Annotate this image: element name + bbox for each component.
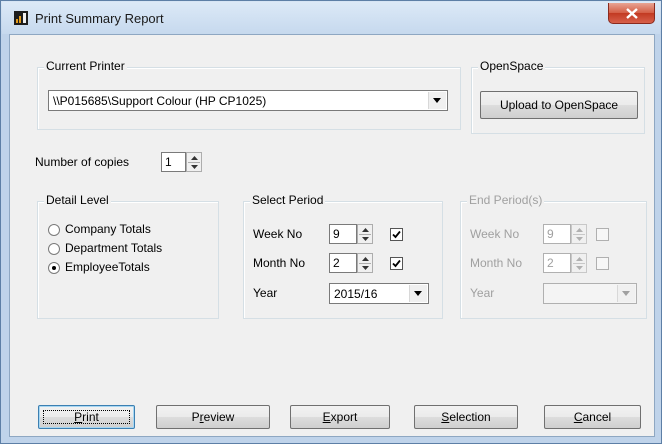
dialog-body: Current Printer \\P015685\Support Colour… [9, 34, 655, 437]
report-icon [14, 11, 28, 25]
end-period-group-label: End Period(s) [467, 193, 545, 207]
week-no-value: 9 [333, 227, 340, 241]
week-no-label: Week No [253, 227, 303, 241]
close-icon [626, 8, 638, 19]
chevron-down-icon [622, 291, 630, 296]
upload-to-openspace-label: Upload to OpenSpace [499, 98, 619, 112]
chevron-down-icon [414, 291, 422, 296]
copies-input[interactable]: 1 [161, 152, 186, 172]
end-year-label: Year [470, 286, 495, 300]
end-week-no-checkbox [596, 228, 609, 241]
checkmark-icon [392, 230, 401, 239]
end-week-no-label: Week No [470, 227, 520, 241]
select-period-group: Select Period Week No 9 Month No 2 Year … [243, 193, 443, 319]
radio-employee-totals-label: EmployeeTotals [65, 260, 150, 274]
week-no-checkbox[interactable] [390, 228, 403, 241]
openspace-group-label: OpenSpace [478, 59, 546, 73]
select-period-group-label: Select Period [250, 193, 326, 207]
end-year-dropdown-button [617, 285, 635, 302]
window-title: Print Summary Report [35, 11, 164, 26]
end-week-no-value: 9 [547, 227, 554, 241]
export-button[interactable]: Export [290, 405, 390, 429]
print-button[interactable]: Print [38, 405, 135, 429]
year-label: Year [253, 286, 278, 300]
checkmark-icon [392, 259, 401, 268]
end-month-no-input: 2 [543, 253, 571, 273]
cancel-button[interactable]: Cancel [544, 405, 641, 429]
print-summary-dialog: Print Summary Report Current Printer \\P… [0, 0, 662, 444]
year-select-value: 2015/16 [334, 287, 378, 301]
arrow-down-icon [362, 266, 369, 270]
printer-dropdown-button[interactable] [428, 92, 446, 109]
year-select[interactable]: 2015/16 [329, 283, 429, 304]
week-no-spinner[interactable] [357, 224, 373, 244]
upload-to-openspace-button[interactable]: Upload to OpenSpace [480, 91, 638, 119]
arrow-up-icon [362, 228, 369, 232]
openspace-group: OpenSpace Upload to OpenSpace [471, 59, 645, 134]
chevron-down-icon [433, 98, 441, 103]
current-printer-group: Current Printer \\P015685\Support Colour… [37, 59, 461, 130]
title-bar[interactable]: Print Summary Report [2, 2, 660, 34]
preview-button-label: Preview [191, 410, 235, 424]
detail-level-group-label: Detail Level [44, 193, 111, 207]
print-button-label: Print [74, 410, 99, 424]
arrow-down-icon [362, 237, 369, 241]
radio-company-totals[interactable] [48, 224, 60, 236]
copies-spinner[interactable] [186, 152, 202, 172]
end-month-no-spinner [571, 253, 587, 273]
detail-level-group: Detail Level Company Totals Department T… [37, 193, 219, 319]
arrow-up-icon [191, 156, 198, 160]
copies-label: Number of copies [35, 155, 130, 169]
year-dropdown-button[interactable] [409, 285, 427, 302]
month-no-input[interactable]: 2 [329, 253, 357, 273]
arrow-down-icon [191, 165, 198, 169]
export-button-label: Export [322, 410, 358, 424]
arrow-up-icon [576, 257, 583, 261]
printer-select-value: \\P015685\Support Colour (HP CP1025) [53, 94, 267, 108]
current-printer-group-label: Current Printer [44, 59, 127, 73]
radio-department-totals-label: Department Totals [65, 241, 163, 255]
copies-value: 1 [165, 155, 172, 169]
printer-select[interactable]: \\P015685\Support Colour (HP CP1025) [48, 90, 448, 111]
arrow-up-icon [576, 228, 583, 232]
end-month-no-label: Month No [470, 256, 523, 270]
preview-button[interactable]: Preview [156, 405, 270, 429]
month-no-spinner[interactable] [357, 253, 373, 273]
week-no-input[interactable]: 9 [329, 224, 357, 244]
arrow-down-icon [576, 237, 583, 241]
radio-employee-totals[interactable] [48, 262, 60, 274]
radio-company-totals-label: Company Totals [65, 222, 151, 236]
end-period-group: End Period(s) Week No 9 Month No 2 Year [460, 193, 647, 319]
radio-department-totals[interactable] [48, 243, 60, 255]
close-button[interactable] [608, 3, 655, 24]
end-month-no-checkbox [596, 257, 609, 270]
month-no-label: Month No [253, 256, 306, 270]
end-week-no-input: 9 [543, 224, 571, 244]
cancel-button-label: Cancel [573, 410, 612, 424]
month-no-checkbox[interactable] [390, 257, 403, 270]
month-no-value: 2 [333, 256, 340, 270]
arrow-up-icon [362, 257, 369, 261]
arrow-down-icon [576, 266, 583, 270]
selection-button-label: Selection [441, 410, 491, 424]
end-month-no-value: 2 [547, 256, 554, 270]
selection-button[interactable]: Selection [414, 405, 518, 429]
end-year-select [543, 283, 637, 304]
end-week-no-spinner [571, 224, 587, 244]
